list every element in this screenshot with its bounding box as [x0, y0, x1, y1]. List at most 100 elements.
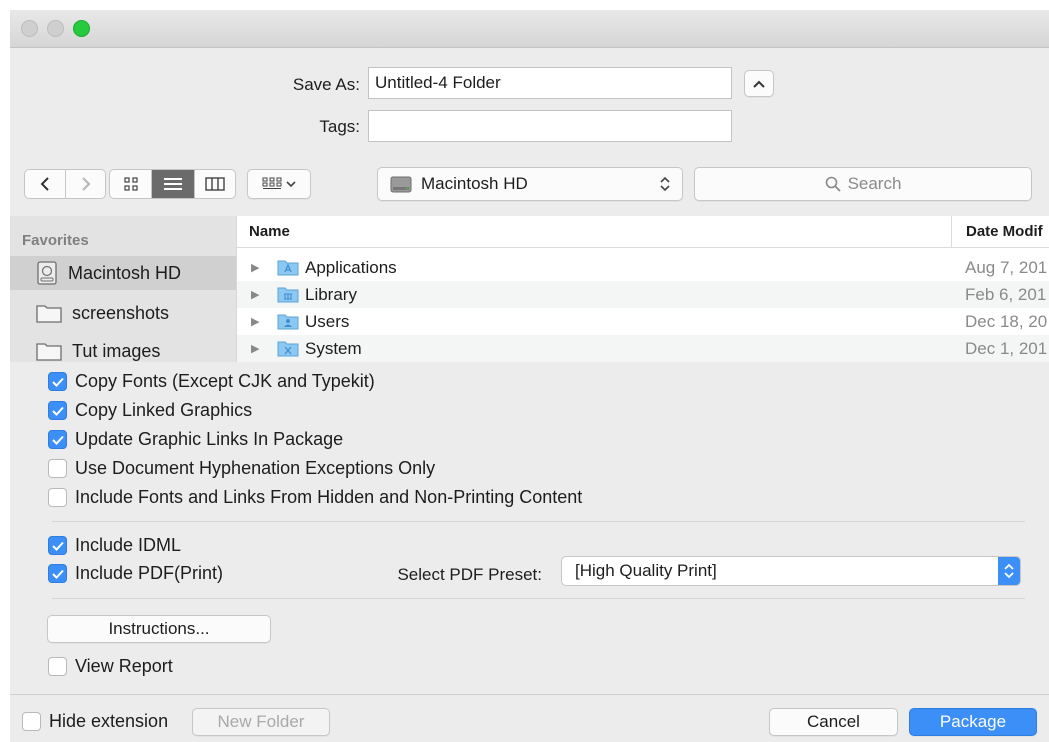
chevron-left-icon: [40, 177, 49, 191]
arrange-grid-icon: [262, 177, 282, 189]
date-modified-column-header[interactable]: Date Modif: [951, 216, 1043, 247]
tags-label: Tags:: [319, 117, 360, 136]
close-window-button[interactable]: [21, 20, 38, 37]
pdf-preset-select[interactable]: [High Quality Print]: [561, 556, 1021, 586]
hyphenation-exceptions-checkbox[interactable]: Use Document Hyphenation Exceptions Only: [48, 458, 435, 479]
sidebar-heading: Favorites: [22, 232, 89, 249]
users-folder-icon: [277, 314, 299, 330]
file-name: Users: [305, 311, 350, 331]
back-forward-buttons: [24, 169, 106, 199]
hide-extension-checkbox[interactable]: Hide extension: [22, 711, 168, 732]
copy-linked-graphics-checkbox[interactable]: Copy Linked Graphics: [48, 400, 252, 421]
include-idml-checkbox[interactable]: Include IDML: [48, 535, 181, 556]
file-date: Feb 6, 201: [965, 284, 1047, 304]
update-graphic-links-checkbox[interactable]: Update Graphic Links In Package: [48, 429, 343, 450]
chevron-right-icon: [81, 177, 90, 191]
package-button[interactable]: Package: [909, 708, 1037, 736]
checkmark-icon: [51, 435, 64, 445]
checkbox-unchecked[interactable]: [48, 459, 67, 478]
option-label: Use Document Hyphenation Exceptions Only: [75, 458, 436, 478]
cancel-button[interactable]: Cancel: [769, 708, 898, 736]
location-popup[interactable]: Macintosh HD: [377, 167, 683, 201]
option-label: Hide extension: [49, 711, 169, 731]
checkbox-checked[interactable]: [48, 401, 67, 420]
file-date: Dec 1, 201: [965, 338, 1048, 358]
checkmark-icon: [51, 569, 64, 579]
sidebar-item-tut-images[interactable]: Tut images: [10, 334, 236, 362]
checkmark-icon: [51, 541, 64, 551]
sidebar-item-macintosh-hd[interactable]: Macintosh HD: [10, 256, 236, 290]
icon-view-button[interactable]: [110, 170, 151, 198]
search-placeholder: Search: [847, 174, 902, 193]
include-pdf-checkbox[interactable]: Include PDF(Print): [48, 563, 223, 584]
columns-icon: [205, 177, 225, 191]
sidebar-item-label: Macintosh HD: [68, 262, 182, 283]
system-folder-icon: [277, 341, 299, 357]
copy-fonts-checkbox[interactable]: Copy Fonts (Except CJK and Typekit): [48, 371, 375, 392]
collapse-dialog-button[interactable]: [744, 70, 774, 97]
sidebar: Favorites Macintosh HD screenshots Tut i…: [10, 216, 236, 362]
file-row-system[interactable]: ▶ System Dec 1, 201: [237, 335, 1049, 362]
option-label: View Report: [75, 656, 173, 676]
disclosure-triangle-icon[interactable]: ▶: [251, 261, 259, 274]
search-field[interactable]: Search: [694, 167, 1032, 201]
new-folder-button[interactable]: New Folder: [192, 708, 330, 736]
forward-button[interactable]: [65, 170, 105, 198]
updown-chevron-icon: [998, 557, 1020, 585]
checkbox-checked[interactable]: [48, 564, 67, 583]
view-report-checkbox[interactable]: View Report: [48, 656, 173, 677]
file-name: Library: [305, 284, 357, 304]
icon-grid-icon: [124, 177, 138, 191]
pdf-preset-value: [High Quality Print]: [575, 561, 717, 580]
package-save-dialog: Save As: Untitled-4 Folder Tags: Macinto…: [10, 10, 1049, 742]
footer-divider: [10, 694, 1049, 695]
disclosure-triangle-icon[interactable]: ▶: [251, 342, 259, 355]
file-list: Name Date Modif ▶ Applications Aug 7, 20…: [236, 216, 1049, 362]
hidden-content-checkbox[interactable]: Include Fonts and Links From Hidden and …: [48, 487, 582, 508]
checkbox-unchecked[interactable]: [48, 488, 67, 507]
sidebar-item-label: screenshots: [72, 302, 170, 323]
file-row-library[interactable]: ▶ Library Feb 6, 201: [237, 281, 1049, 308]
column-view-button[interactable]: [193, 170, 235, 198]
checkbox-unchecked[interactable]: [48, 657, 67, 676]
file-name: System: [305, 338, 362, 358]
back-button[interactable]: [25, 170, 65, 198]
file-date: Dec 18, 20: [965, 311, 1048, 331]
checkbox-checked[interactable]: [48, 536, 67, 555]
checkbox-checked[interactable]: [48, 372, 67, 391]
location-label: Macintosh HD: [421, 174, 528, 193]
instructions-button[interactable]: Instructions...: [47, 615, 271, 643]
option-label: Include IDML: [75, 535, 182, 555]
file-row-users[interactable]: ▶ Users Dec 18, 20: [237, 308, 1049, 335]
tags-input[interactable]: [368, 110, 732, 142]
name-column-header[interactable]: Name: [249, 223, 290, 240]
option-label: Copy Fonts (Except CJK and Typekit): [75, 371, 375, 391]
disclosure-triangle-icon[interactable]: ▶: [251, 288, 259, 301]
library-folder-icon: [277, 287, 299, 303]
folder-icon: [36, 341, 62, 361]
checkbox-unchecked[interactable]: [22, 712, 41, 731]
sidebar-item-screenshots[interactable]: screenshots: [10, 296, 236, 330]
checkmark-icon: [51, 377, 64, 387]
arrange-menu-button[interactable]: [247, 169, 311, 199]
checkbox-checked[interactable]: [48, 430, 67, 449]
disclosure-triangle-icon[interactable]: ▶: [251, 315, 259, 328]
chevron-up-icon: [753, 80, 765, 88]
column-header-row: Name Date Modif: [237, 216, 1049, 248]
view-mode-buttons: [109, 169, 236, 199]
divider: [52, 521, 1025, 522]
save-as-input[interactable]: Untitled-4 Folder: [368, 67, 732, 99]
minimize-window-button[interactable]: [47, 20, 64, 37]
file-row-applications[interactable]: ▶ Applications Aug 7, 201: [237, 254, 1049, 281]
chevron-down-icon: [286, 180, 296, 187]
zoom-window-button[interactable]: [73, 20, 90, 37]
hard-drive-icon: [390, 176, 412, 193]
list-view-button[interactable]: [151, 170, 194, 198]
option-label: Include PDF(Print): [75, 563, 224, 583]
updown-chevron-icon: [660, 176, 670, 192]
divider: [52, 598, 1025, 599]
checkmark-icon: [51, 406, 64, 416]
folder-icon: [36, 303, 62, 323]
title-bar: [10, 10, 1049, 48]
list-icon: [163, 178, 182, 190]
